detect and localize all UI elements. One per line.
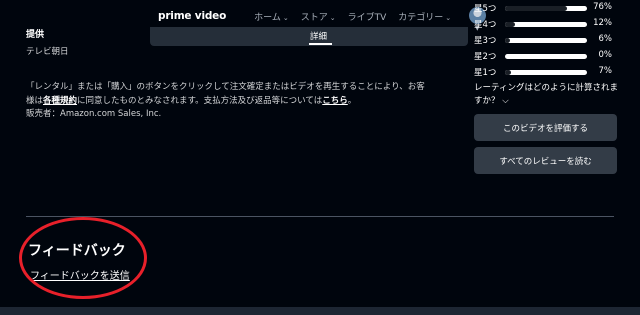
- rating-bar: [505, 54, 587, 59]
- nav-item-label: ホーム: [254, 12, 281, 23]
- rating-percent: 76%: [593, 2, 612, 12]
- rating-bar-fill: [505, 70, 511, 75]
- rating-row-5[interactable]: 星5つ 76%: [474, 2, 624, 16]
- annotation-circle: [19, 217, 147, 299]
- top-navigation: prime video ホーム ⌄ ストア ⌄ ライブTV カテゴリー ⌄: [150, 5, 468, 27]
- payment-returns-link[interactable]: こちら: [322, 96, 348, 106]
- rating-calculation-link[interactable]: レーティングはどのように計算されますか？ ⌵: [474, 82, 624, 107]
- nav-item-label: ライブTV: [347, 12, 387, 23]
- rating-percent: 12%: [593, 18, 612, 28]
- legal-notice: 「レンタル」または「購入」のボタンをクリックして注文確定またはビデオを再生するこ…: [26, 81, 426, 122]
- read-all-reviews-button[interactable]: すべてのレビューを読む: [474, 147, 617, 174]
- rating-bar: [505, 22, 587, 27]
- terms-link[interactable]: 各種規約: [43, 96, 77, 106]
- legal-text: 。: [347, 95, 357, 106]
- nav-item-home[interactable]: ホーム ⌄: [254, 10, 289, 23]
- rating-row-4[interactable]: 星4つ 12%: [474, 18, 624, 32]
- tab-details[interactable]: 詳細: [310, 30, 327, 42]
- rate-video-button[interactable]: このビデオを評価する: [474, 114, 617, 141]
- rating-row-2[interactable]: 星2つ 0%: [474, 50, 624, 64]
- rating-question-text: レーティングはどのように計算されますか？: [474, 83, 618, 106]
- nav-item-live-tv[interactable]: ライブTV: [348, 10, 387, 23]
- rating-percent: 6%: [598, 34, 613, 44]
- legal-text: に同意したものとみなされます。支払方法及び返品等については: [77, 95, 323, 106]
- active-tab-indicator: [309, 43, 332, 45]
- nav-item-label: カテゴリー: [398, 12, 444, 23]
- section-divider: [26, 216, 614, 217]
- chevron-down-icon: ⌄: [445, 13, 452, 22]
- rating-bar: [505, 70, 587, 75]
- nav-item-label: ストア: [300, 12, 328, 23]
- rating-bar-fill: [505, 22, 515, 27]
- chevron-down-icon: ⌄: [329, 13, 336, 22]
- rating-label: 星3つ: [474, 36, 497, 46]
- rating-label: 星1つ: [474, 68, 497, 78]
- rating-label: 星5つ: [474, 4, 497, 14]
- sub-navigation: 詳細: [150, 27, 468, 46]
- rating-bar: [505, 38, 587, 43]
- rating-label: 星4つ: [474, 20, 497, 30]
- seller-text: 販売者：Amazon.com Sales, Inc.: [26, 109, 162, 119]
- rating-bar-fill: [505, 38, 510, 43]
- provider-name: テレビ朝日: [26, 47, 69, 57]
- provider-heading: 提供: [26, 30, 45, 40]
- nav-item-store[interactable]: ストア ⌄: [301, 10, 336, 23]
- rating-percent: 7%: [598, 66, 613, 76]
- rating-row-1[interactable]: 星1つ 7%: [474, 66, 624, 80]
- rating-bar: [505, 6, 587, 11]
- rating-label: 星2つ: [474, 52, 497, 62]
- rating-percent: 0%: [598, 50, 613, 60]
- nav-item-categories[interactable]: カテゴリー ⌄: [398, 10, 451, 23]
- chevron-down-icon: ⌄: [282, 13, 289, 22]
- bottom-strip: [0, 307, 640, 315]
- chevron-down-icon: ⌵: [502, 95, 509, 106]
- prime-video-logo[interactable]: prime video: [158, 10, 226, 22]
- rating-row-3[interactable]: 星3つ 6%: [474, 34, 624, 48]
- rating-bar-fill: [505, 6, 568, 11]
